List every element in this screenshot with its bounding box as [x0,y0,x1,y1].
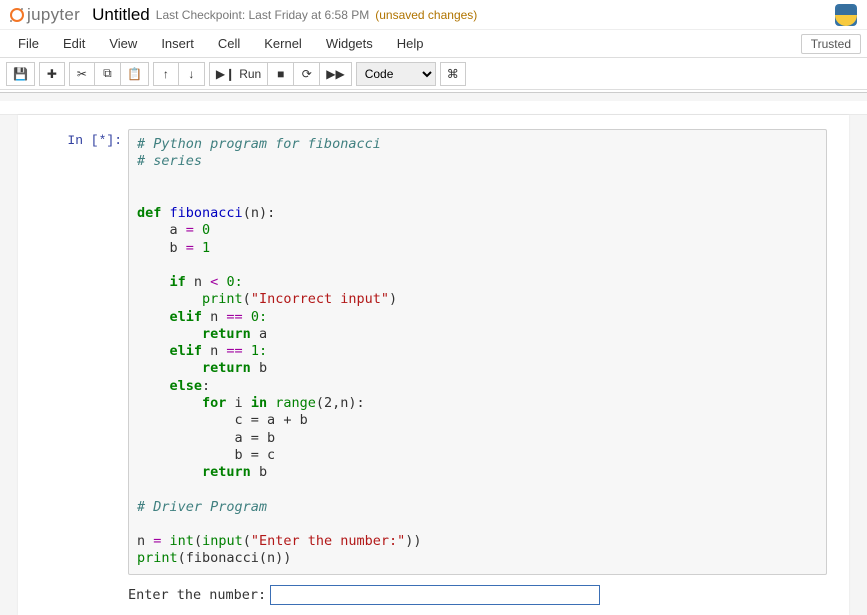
menu-insert[interactable]: Insert [149,31,206,56]
stdin-prompt-text: Enter the number: [128,587,266,603]
stop-button[interactable]: ■ [268,62,294,86]
menu-help[interactable]: Help [385,31,436,56]
notebook-scroll[interactable]: In [*]: # Python program for fibonacci #… [0,92,867,615]
code-cell[interactable]: In [*]: # Python program for fibonacci #… [18,125,849,581]
unsaved-text: (unsaved changes) [375,8,477,22]
cut-icon: ✂ [77,67,87,81]
jupyter-logo: jupyter [10,5,80,25]
command-palette-button[interactable]: ⌘ [440,62,466,86]
run-label: Run [239,67,261,81]
arrow-up-icon: ↑ [163,67,169,81]
code-editor[interactable]: # Python program for fibonacci # series … [128,129,827,575]
restart-button[interactable]: ⟳ [294,62,320,86]
copy-icon: ⧉ [103,66,112,81]
move-down-button[interactable]: ↓ [179,62,205,86]
add-cell-button[interactable]: ✚ [39,62,65,86]
output-row: Enter the number: [18,581,849,615]
save-icon: 💾 [13,67,28,81]
cell-type-select[interactable]: Code [356,62,436,86]
trusted-badge[interactable]: Trusted [801,34,861,54]
menu-kernel[interactable]: Kernel [252,31,314,56]
run-icon: ▶❙ [216,67,235,81]
jupyter-orb-icon [10,8,24,22]
input-prompt: In [*]: [18,129,128,575]
menu-cell[interactable]: Cell [206,31,252,56]
arrow-down-icon: ↓ [188,67,194,81]
move-up-button[interactable]: ↑ [153,62,179,86]
menubar: File Edit View Insert Cell Kernel Widget… [0,30,867,58]
menu-file[interactable]: File [6,31,51,56]
run-button[interactable]: ▶❙ Run [209,62,268,86]
paste-icon: 📋 [127,67,142,81]
jupyter-logo-text: jupyter [27,5,80,25]
stdin-input[interactable] [270,585,600,605]
keyboard-icon: ⌘ [447,67,459,81]
notebook-title[interactable]: Untitled [92,5,150,25]
notebook-container: In [*]: # Python program for fibonacci #… [18,115,849,615]
paste-button[interactable]: 📋 [121,62,149,86]
stop-icon: ■ [277,67,284,81]
menu-edit[interactable]: Edit [51,31,97,56]
menu-view[interactable]: View [97,31,149,56]
plus-icon: ✚ [47,67,57,81]
stdin-output: Enter the number: [128,585,827,615]
copy-button[interactable]: ⧉ [95,62,121,86]
python-kernel-icon [835,4,857,26]
restart-run-button[interactable]: ▶▶ [320,62,351,86]
save-button[interactable]: 💾 [6,62,35,86]
toolbar: 💾 ✚ ✂ ⧉ 📋 ↑ ↓ ▶❙ Run ■ ⟳ ▶▶ Code ⌘ [0,58,867,90]
checkpoint-text: Last Checkpoint: Last Friday at 6:58 PM [156,8,369,22]
cut-button[interactable]: ✂ [69,62,95,86]
header-bar: jupyter Untitled Last Checkpoint: Last F… [0,0,867,30]
menu-widgets[interactable]: Widgets [314,31,385,56]
restart-icon: ⟳ [302,67,312,81]
fast-forward-icon: ▶▶ [326,67,344,81]
